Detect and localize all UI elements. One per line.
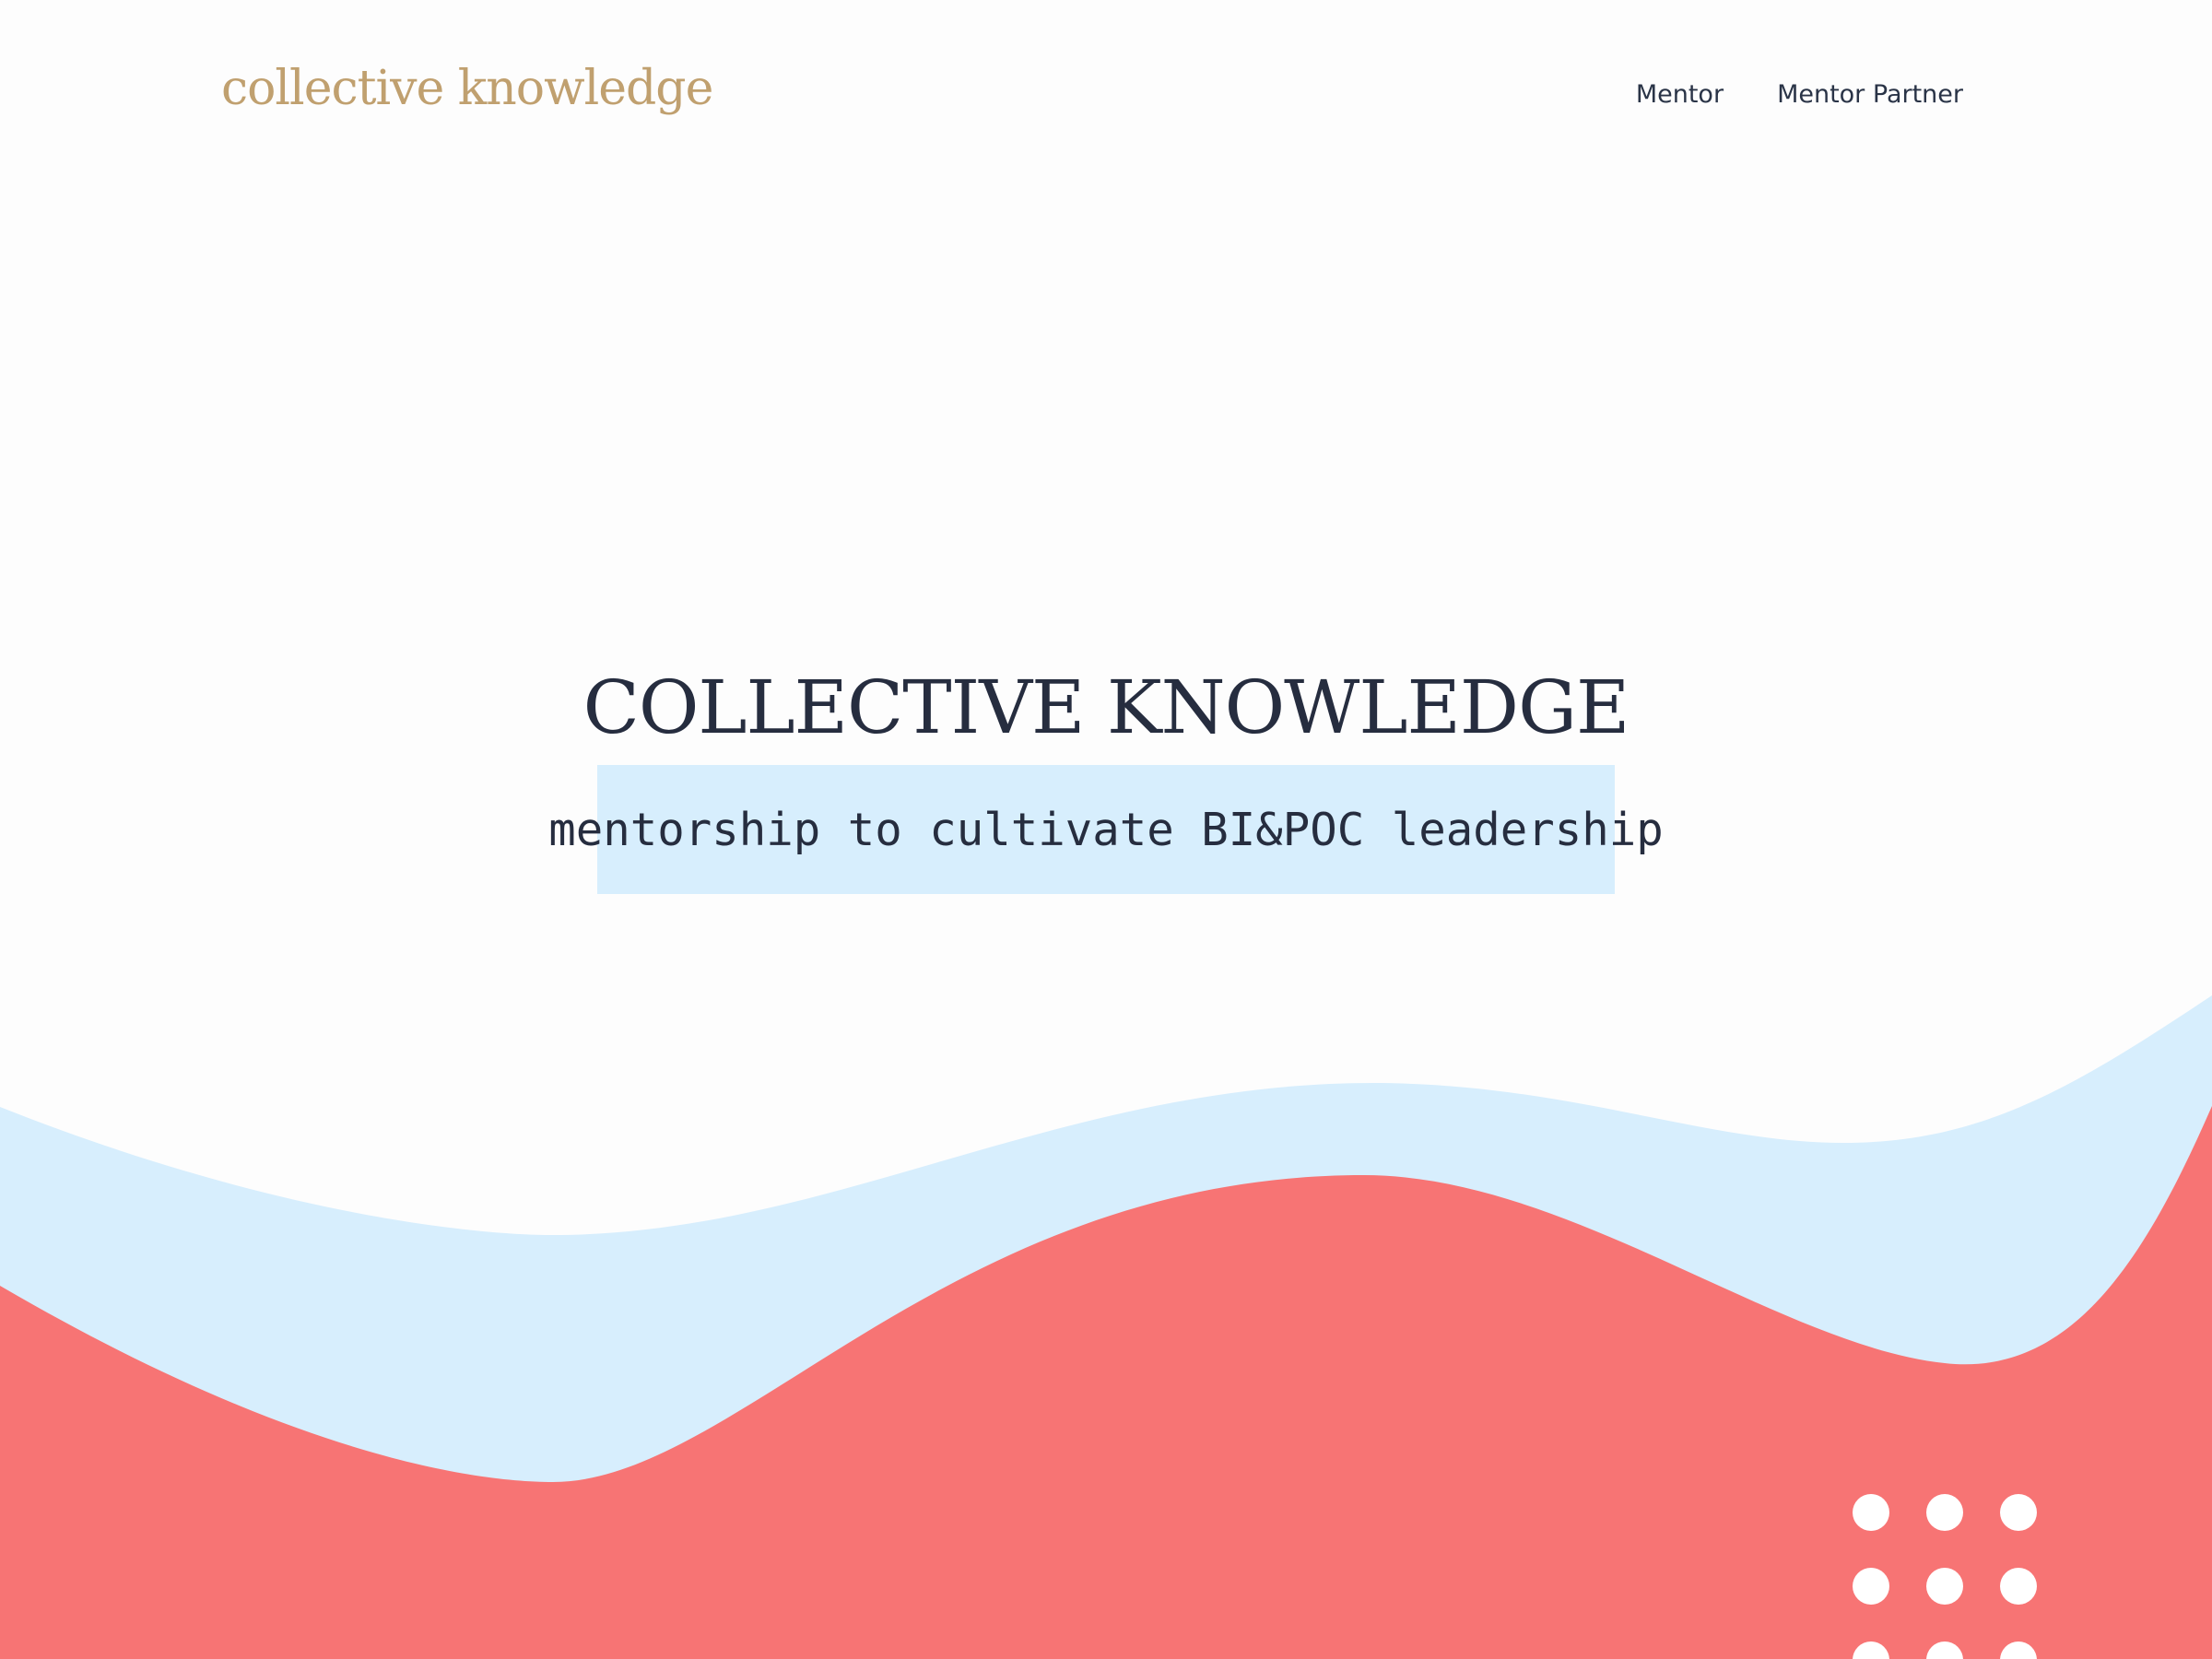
hero-tagline: mentorship to cultivate BI&POC leadershi… <box>548 803 1664 856</box>
nav-link-mentor[interactable]: Mentor <box>1636 72 1724 118</box>
dot-decoration <box>1926 1641 1963 1659</box>
main-nav: Mentor Mentor Partner <box>1636 72 1963 118</box>
dot-decoration <box>2000 1568 2037 1605</box>
dot-decoration <box>1926 1568 1963 1605</box>
dot-decoration <box>2000 1494 2037 1531</box>
site-logo-link[interactable]: collective knowledge <box>221 53 713 124</box>
site-header: collective knowledge Mentor Mentor Partn… <box>0 0 2212 184</box>
tagline-banner: mentorship to cultivate BI&POC leadershi… <box>548 765 1664 894</box>
hero-section: COLLECTIVE KNOWLEDGE mentorship to culti… <box>0 645 2212 894</box>
dot-grid-decoration <box>1853 1494 2037 1659</box>
hero-title: COLLECTIVE KNOWLEDGE <box>582 665 1630 750</box>
dot-decoration <box>1926 1494 1963 1531</box>
nav-link-mentor-partner[interactable]: Mentor Partner <box>1777 72 1963 118</box>
dot-decoration <box>2000 1641 2037 1659</box>
dot-decoration <box>1853 1641 1889 1659</box>
dot-decoration <box>1853 1494 1889 1531</box>
dot-decoration <box>1853 1568 1889 1605</box>
